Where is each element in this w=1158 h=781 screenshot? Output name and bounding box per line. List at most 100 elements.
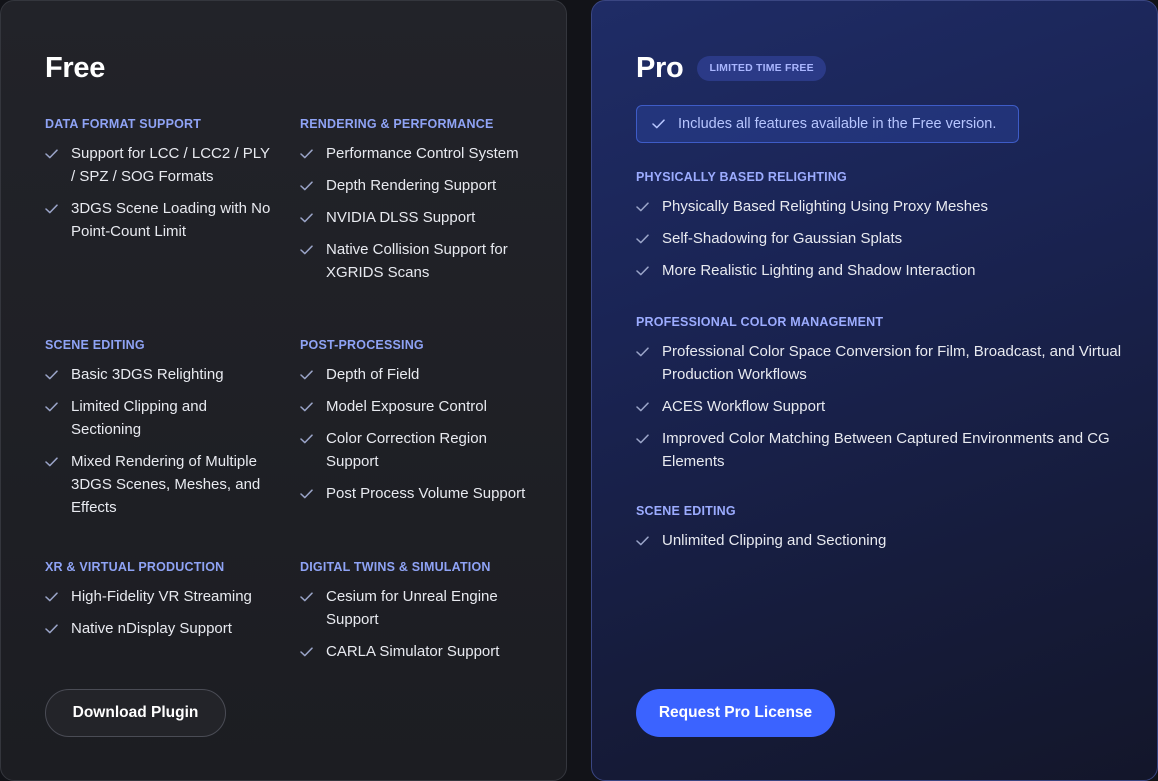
request-pro-license-button[interactable]: Request Pro License [636, 689, 835, 737]
check-icon [45, 585, 61, 608]
feature-item: Support for LCC / LCC2 / PLY / SPZ / SOG… [45, 142, 275, 188]
section-title: RENDERING & PERFORMANCE [300, 117, 494, 131]
pro-features-column: PHYSICALLY BASED RELIGHTING Physically B… [636, 170, 1126, 561]
feature-item: CARLA Simulator Support [300, 640, 530, 663]
check-icon [300, 142, 316, 165]
section-title: SCENE EDITING [636, 504, 736, 518]
feature-item: Performance Control System [300, 142, 530, 165]
free-left-column: DATA FORMAT SUPPORT Support for LCC / LC… [45, 117, 275, 649]
check-icon [300, 238, 316, 261]
feature-item: Mixed Rendering of Multiple 3DGS Scenes,… [45, 450, 275, 519]
feature-label: Depth Rendering Support [326, 177, 497, 194]
section-title: DIGITAL TWINS & SIMULATION [300, 560, 491, 574]
includes-free-text: Includes all features available in the F… [678, 115, 997, 132]
pricing-comparison: Free DATA FORMAT SUPPORT Support for LCC… [0, 0, 1158, 781]
feature-label: Improved Color Matching Between Captured… [662, 430, 1110, 470]
check-icon [45, 450, 61, 473]
feature-label: Native Collision Support for XGRIDS Scan… [326, 241, 508, 281]
check-icon [636, 529, 652, 552]
feature-item: Model Exposure Control [300, 395, 530, 418]
section-data-format-support: DATA FORMAT SUPPORT Support for LCC / LC… [45, 117, 275, 338]
check-icon [45, 197, 61, 220]
feature-label: Limited Clipping and Sectioning [71, 398, 207, 438]
check-icon [45, 363, 61, 386]
check-icon [300, 395, 316, 418]
free-plan-header: Free [45, 51, 105, 85]
feature-label: Color Correction Region Support [326, 430, 487, 470]
section-title: POST-PROCESSING [300, 338, 424, 352]
feature-item: High-Fidelity VR Streaming [45, 585, 275, 608]
free-right-column: RENDERING & PERFORMANCE Performance Cont… [300, 117, 530, 672]
feature-item: Improved Color Matching Between Captured… [636, 427, 1126, 473]
check-icon [300, 640, 316, 663]
section-title: PROFESSIONAL COLOR MANAGEMENT [636, 315, 884, 329]
check-icon [300, 482, 316, 505]
check-icon [636, 395, 652, 418]
section-title: PHYSICALLY BASED RELIGHTING [636, 170, 847, 184]
feature-item: Depth Rendering Support [300, 174, 530, 197]
feature-label: High-Fidelity VR Streaming [71, 588, 252, 605]
section-title: DATA FORMAT SUPPORT [45, 117, 202, 131]
feature-label: Native nDisplay Support [71, 620, 232, 637]
check-icon [45, 617, 61, 640]
feature-item: Self-Shadowing for Gaussian Splats [636, 227, 1126, 250]
feature-item: 3DGS Scene Loading with No Point-Count L… [45, 197, 275, 243]
feature-label: Physically Based Relighting Using Proxy … [662, 198, 988, 215]
feature-item: Professional Color Space Conversion for … [636, 340, 1126, 386]
section-post-processing: POST-PROCESSING Depth of Field Model Exp… [300, 338, 530, 560]
check-icon [652, 113, 668, 136]
section-digital-twins-simulation: DIGITAL TWINS & SIMULATION Cesium for Un… [300, 560, 530, 663]
pro-plan-title: Pro [636, 52, 684, 84]
check-icon [636, 259, 652, 282]
feature-label: Unlimited Clipping and Sectioning [662, 532, 887, 549]
check-icon [300, 206, 316, 229]
feature-item: Native nDisplay Support [45, 617, 275, 640]
check-icon [636, 427, 652, 450]
feature-item: Native Collision Support for XGRIDS Scan… [300, 238, 530, 284]
feature-item: NVIDIA DLSS Support [300, 206, 530, 229]
feature-label: Self-Shadowing for Gaussian Splats [662, 230, 903, 247]
feature-label: Cesium for Unreal Engine Support [326, 588, 498, 628]
includes-free-notice: Includes all features available in the F… [636, 105, 1019, 143]
section-title: XR & VIRTUAL PRODUCTION [45, 560, 225, 574]
feature-label: NVIDIA DLSS Support [326, 209, 476, 226]
free-plan-card: Free DATA FORMAT SUPPORT Support for LCC… [0, 0, 567, 781]
feature-label: 3DGS Scene Loading with No Point-Count L… [71, 200, 271, 240]
feature-label: Basic 3DGS Relighting [71, 366, 224, 383]
check-icon [636, 227, 652, 250]
feature-item: Limited Clipping and Sectioning [45, 395, 275, 441]
free-plan-title: Free [45, 52, 106, 84]
check-icon [45, 142, 61, 165]
feature-item: Depth of Field [300, 363, 530, 386]
check-icon [45, 395, 61, 418]
section-scene-editing-pro: SCENE EDITING Unlimited Clipping and Sec… [636, 504, 1126, 552]
feature-label: CARLA Simulator Support [326, 643, 500, 660]
section-professional-color-management: PROFESSIONAL COLOR MANAGEMENT Profession… [636, 315, 1126, 504]
limited-time-badge: LIMITED TIME FREE [697, 55, 826, 81]
feature-label: Mixed Rendering of Multiple 3DGS Scenes,… [71, 453, 261, 516]
feature-label: More Realistic Lighting and Shadow Inter… [662, 262, 976, 279]
feature-item: Color Correction Region Support [300, 427, 530, 473]
section-title: SCENE EDITING [45, 338, 145, 352]
check-icon [300, 363, 316, 386]
feature-label: Depth of Field [326, 366, 420, 383]
check-icon [300, 427, 316, 450]
feature-label: Professional Color Space Conversion for … [662, 343, 1122, 383]
feature-item: Unlimited Clipping and Sectioning [636, 529, 1126, 552]
section-scene-editing: SCENE EDITING Basic 3DGS Relighting Limi… [45, 338, 275, 560]
pro-plan-header: Pro LIMITED TIME FREE [636, 51, 826, 85]
section-physically-based-relighting: PHYSICALLY BASED RELIGHTING Physically B… [636, 170, 1126, 315]
section-rendering-performance: RENDERING & PERFORMANCE Performance Cont… [300, 117, 530, 338]
section-xr-virtual-production: XR & VIRTUAL PRODUCTION High-Fidelity VR… [45, 560, 275, 640]
feature-label: Performance Control System [326, 145, 519, 162]
download-plugin-button[interactable]: Download Plugin [45, 689, 226, 737]
feature-label: ACES Workflow Support [662, 398, 826, 415]
feature-item: Cesium for Unreal Engine Support [300, 585, 530, 631]
feature-item: More Realistic Lighting and Shadow Inter… [636, 259, 1126, 282]
feature-item: Post Process Volume Support [300, 482, 530, 505]
check-icon [300, 174, 316, 197]
feature-item: Physically Based Relighting Using Proxy … [636, 195, 1126, 218]
check-icon [636, 195, 652, 218]
feature-label: Post Process Volume Support [326, 485, 526, 502]
pro-plan-card: Pro LIMITED TIME FREE Includes all featu… [591, 0, 1158, 781]
